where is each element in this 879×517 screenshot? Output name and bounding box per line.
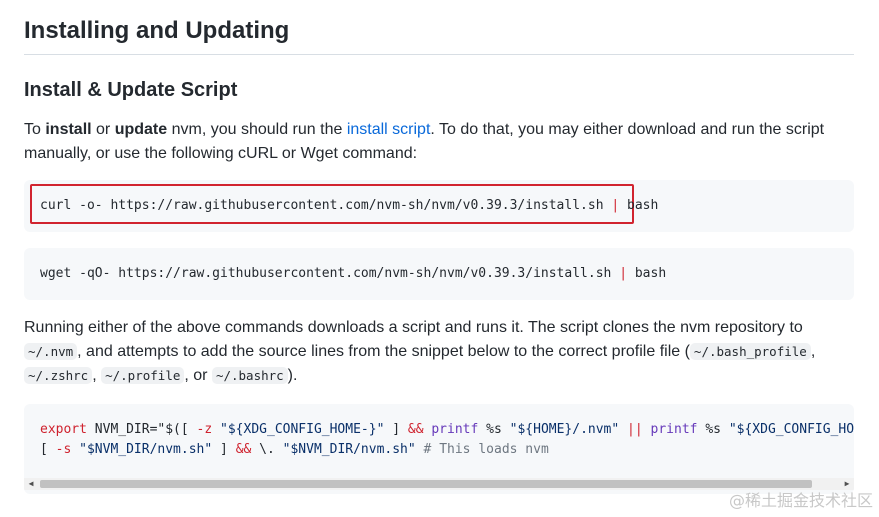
code-token: "${XDG_CONFIG_HOME-}" <box>212 422 385 437</box>
scrollbar-thumb[interactable] <box>40 480 812 488</box>
running-text: , <box>92 367 102 384</box>
code-token: [ <box>180 422 197 437</box>
code-token: %s <box>478 422 510 437</box>
running-text: ). <box>287 367 298 384</box>
inline-code-nvm-dir: ~/.nvm <box>24 343 78 360</box>
code-token: \. <box>251 442 283 457</box>
code-token: # This loads nvm <box>423 442 549 457</box>
code-token: export <box>40 422 87 437</box>
code-text: curl -o- https://raw.githubusercontent.c… <box>40 198 612 213</box>
inline-code-bash-profile: ~/.bash_profile <box>689 343 811 360</box>
code-token: && <box>407 422 424 437</box>
code-token: printf <box>650 422 698 437</box>
curl-code-block[interactable]: curl -o- https://raw.githubusercontent.c… <box>24 180 854 232</box>
intro-paragraph: To install or update nvm, you should run… <box>24 118 854 166</box>
pipe-operator: | <box>611 198 620 213</box>
code-token: "${XDG_CONFIG_HOME}/n <box>728 422 854 437</box>
page-heading: Installing and Updating <box>24 14 854 55</box>
code-token: "${HOME}/.nvm" <box>509 422 620 437</box>
code-token: [ <box>40 442 56 457</box>
intro-text: or <box>91 121 115 138</box>
running-text: Running either of the above commands dow… <box>24 319 803 336</box>
code-text: wget -qO- https://raw.githubusercontent.… <box>40 266 620 281</box>
update-bold: update <box>114 121 168 138</box>
running-text: , <box>810 343 816 360</box>
snippet-line-2: [ -s "$NVM_DIR/nvm.sh" ] && \. "$NVM_DIR… <box>40 440 549 460</box>
inline-code-profile: ~/.profile <box>101 367 185 384</box>
code-token: ] <box>384 422 408 437</box>
code-token: -z <box>196 422 213 437</box>
inline-code-bashrc: ~/.bashrc <box>211 367 288 384</box>
running-text: , or <box>184 367 212 384</box>
snippet-code-block[interactable]: export NVM_DIR="$([ -z "${XDG_CONFIG_HOM… <box>24 404 854 494</box>
snippet-line-1: export NVM_DIR="$([ -z "${XDG_CONFIG_HOM… <box>40 420 854 440</box>
intro-text: nvm, you should run the <box>167 121 347 138</box>
curl-command: curl -o- https://raw.githubusercontent.c… <box>40 196 658 216</box>
watermark: @稀土掘金技术社区 <box>728 491 873 510</box>
code-text: bash <box>627 266 667 281</box>
wget-command: wget -qO- https://raw.githubusercontent.… <box>40 264 666 284</box>
wget-code-block[interactable]: wget -qO- https://raw.githubusercontent.… <box>24 248 854 300</box>
install-bold: install <box>45 121 92 138</box>
code-token: || <box>627 422 643 437</box>
code-token: "$NVM_DIR/nvm.sh" <box>71 442 213 457</box>
code-token: "$NVM_DIR/nvm.sh" <box>282 442 416 457</box>
install-script-link[interactable]: install script <box>347 121 431 138</box>
code-token: printf <box>431 422 479 437</box>
code-token: %s <box>697 422 729 437</box>
intro-text: To <box>24 121 46 138</box>
scroll-left-arrow-icon[interactable]: ◀ <box>24 478 38 490</box>
code-token: NVM_DIR="$( <box>86 422 181 437</box>
code-text: bash <box>619 198 659 213</box>
code-token: ] <box>212 442 236 457</box>
section-heading: Install & Update Script <box>24 79 238 101</box>
running-text: , and attempts to add the source lines f… <box>77 343 690 360</box>
running-paragraph: Running either of the above commands dow… <box>24 316 854 388</box>
pipe-operator: | <box>619 266 628 281</box>
inline-code-zshrc: ~/.zshrc <box>24 367 93 384</box>
code-token: && <box>235 442 252 457</box>
code-token: -s <box>55 442 72 457</box>
